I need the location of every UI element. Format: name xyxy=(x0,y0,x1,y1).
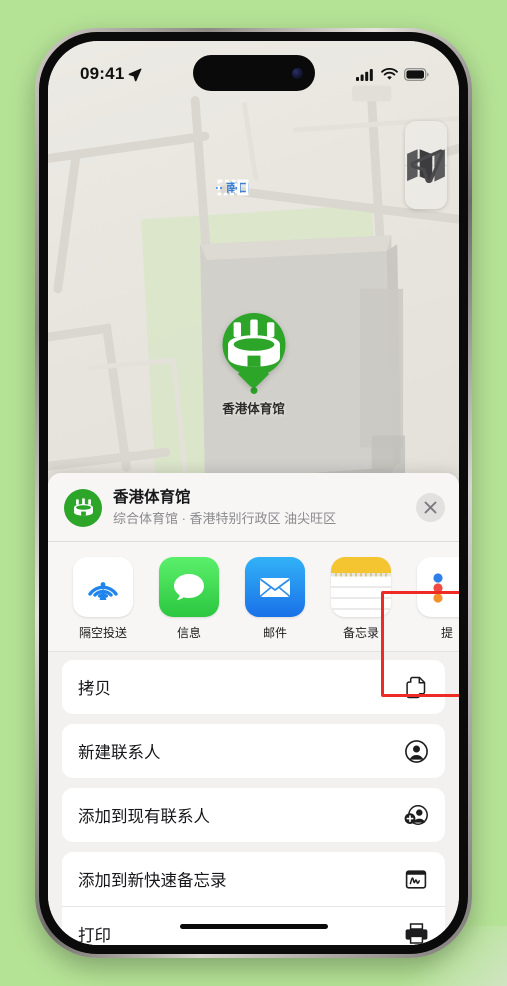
poi-label: 香港体育馆 xyxy=(222,402,285,416)
share-subtitle: 综合体育馆 · 香港特别行政区 油尖旺区 xyxy=(113,511,337,527)
share-sheet-header: 香港体育馆 综合体育馆 · 香港特别行政区 油尖旺区 xyxy=(48,473,459,543)
poi-marker[interactable]: 香港体育馆 xyxy=(222,313,285,417)
share-sheet-titles: 香港体育馆 综合体育馆 · 香港特别行政区 油尖旺区 xyxy=(113,488,405,527)
entrance-glyph-icon xyxy=(217,179,249,196)
action-group-existing-contact: 添加到现有联系人 xyxy=(62,788,445,843)
action-label: 添加到新快速备忘录 xyxy=(78,872,227,891)
close-button[interactable] xyxy=(416,493,445,523)
airdrop-glyph-icon xyxy=(88,582,118,601)
transit-badge-icon xyxy=(216,179,249,196)
status-time: 09:41 xyxy=(80,64,125,83)
battery-full-icon xyxy=(404,67,429,81)
share-app-label: 提 xyxy=(440,626,453,641)
mail-icon xyxy=(245,557,305,618)
share-app-row[interactable]: 隔空投送 信息 邮件 备忘录 提 xyxy=(48,542,459,653)
stadium-icon xyxy=(73,498,93,516)
front-camera-icon xyxy=(291,67,303,79)
action-group-copy: 拷贝 xyxy=(62,660,445,715)
share-app-label: 隔空投送 xyxy=(78,626,127,641)
action-row-new-contact[interactable]: 新建联系人 xyxy=(62,724,445,778)
action-row-add-existing-contact[interactable]: 添加到现有联系人 xyxy=(62,788,445,842)
share-app-reminders[interactable]: 提 xyxy=(414,557,459,641)
transit-label[interactable]: 南口 xyxy=(216,179,250,196)
envelope-icon xyxy=(260,578,290,598)
action-row-copy[interactable]: 拷贝 xyxy=(62,660,445,714)
share-title: 香港体育馆 xyxy=(113,489,191,506)
action-group-contacts: 新建联系人 xyxy=(62,724,445,779)
quick-note-glyph-icon xyxy=(405,870,427,889)
airdrop-icon xyxy=(73,557,133,618)
poi-anchor-dot xyxy=(250,387,257,394)
notes-icon xyxy=(331,557,391,618)
share-app-messages[interactable]: 信息 xyxy=(156,557,222,641)
copy-icon xyxy=(403,676,429,699)
share-app-label: 备忘录 xyxy=(342,626,379,641)
message-bubble-icon xyxy=(174,574,204,601)
printer-icon xyxy=(403,923,429,945)
share-sheet: 香港体育馆 综合体育馆 · 香港特别行政区 油尖旺区 隔空投送 信息 邮件 备忘… xyxy=(48,473,459,945)
poi-pin[interactable] xyxy=(222,313,285,376)
dynamic-island xyxy=(192,55,315,91)
action-label: 添加到现有联系人 xyxy=(78,808,210,827)
quick-note-icon xyxy=(403,869,429,890)
status-indicators xyxy=(356,67,429,81)
share-app-notes[interactable]: 备忘录 xyxy=(328,557,394,641)
person-add-icon xyxy=(403,804,429,826)
home-indicator[interactable] xyxy=(179,924,328,929)
close-icon xyxy=(424,501,437,514)
action-row-new-quick-note[interactable]: 添加到新快速备忘录 xyxy=(62,852,445,906)
share-app-mail[interactable]: 邮件 xyxy=(242,557,308,641)
person-circle-icon xyxy=(403,739,429,763)
phone-screen: 南口 香港体育馆 09:41 香港体育馆 综合体育馆 · 香港特别行政区 油尖旺… xyxy=(48,41,459,945)
status-time-group: 09:41 xyxy=(80,64,142,84)
share-app-label: 信息 xyxy=(176,626,201,641)
share-app-airdrop[interactable]: 隔空投送 xyxy=(70,557,136,641)
copy-glyph-icon xyxy=(406,676,426,699)
navigation-arrow-icon xyxy=(410,149,444,184)
reminders-icon xyxy=(417,557,459,618)
notes-glyph-icon xyxy=(331,557,391,618)
share-action-list: 拷贝 新建联系人 添加到现有联系人 添加到新快速备忘录 打印 xyxy=(48,652,459,945)
phone-frame: 南口 香港体育馆 09:41 香港体育馆 综合体育馆 · 香港特别行政区 油尖旺… xyxy=(35,28,472,958)
locate-me-button[interactable] xyxy=(405,149,447,209)
person-add-glyph-icon xyxy=(404,805,428,826)
wifi-icon xyxy=(381,67,398,80)
messages-icon xyxy=(159,557,219,618)
phone-bezel: 南口 香港体育馆 09:41 香港体育馆 综合体育馆 · 香港特别行政区 油尖旺… xyxy=(39,32,468,954)
signal-bars-icon xyxy=(356,68,373,81)
action-label: 新建联系人 xyxy=(78,744,161,763)
action-group-quicknote: 添加到新快速备忘录 打印 xyxy=(62,852,445,945)
action-label: 打印 xyxy=(78,926,111,945)
printer-glyph-icon xyxy=(405,923,427,945)
stadium-icon xyxy=(227,319,280,367)
person-circle-glyph-icon xyxy=(404,739,428,763)
action-label: 拷贝 xyxy=(78,680,111,699)
location-arrow-icon xyxy=(129,68,142,81)
reminders-dots-icon xyxy=(433,573,443,603)
map-controls xyxy=(405,121,447,209)
share-app-label: 邮件 xyxy=(262,626,287,641)
place-avatar xyxy=(64,488,102,527)
